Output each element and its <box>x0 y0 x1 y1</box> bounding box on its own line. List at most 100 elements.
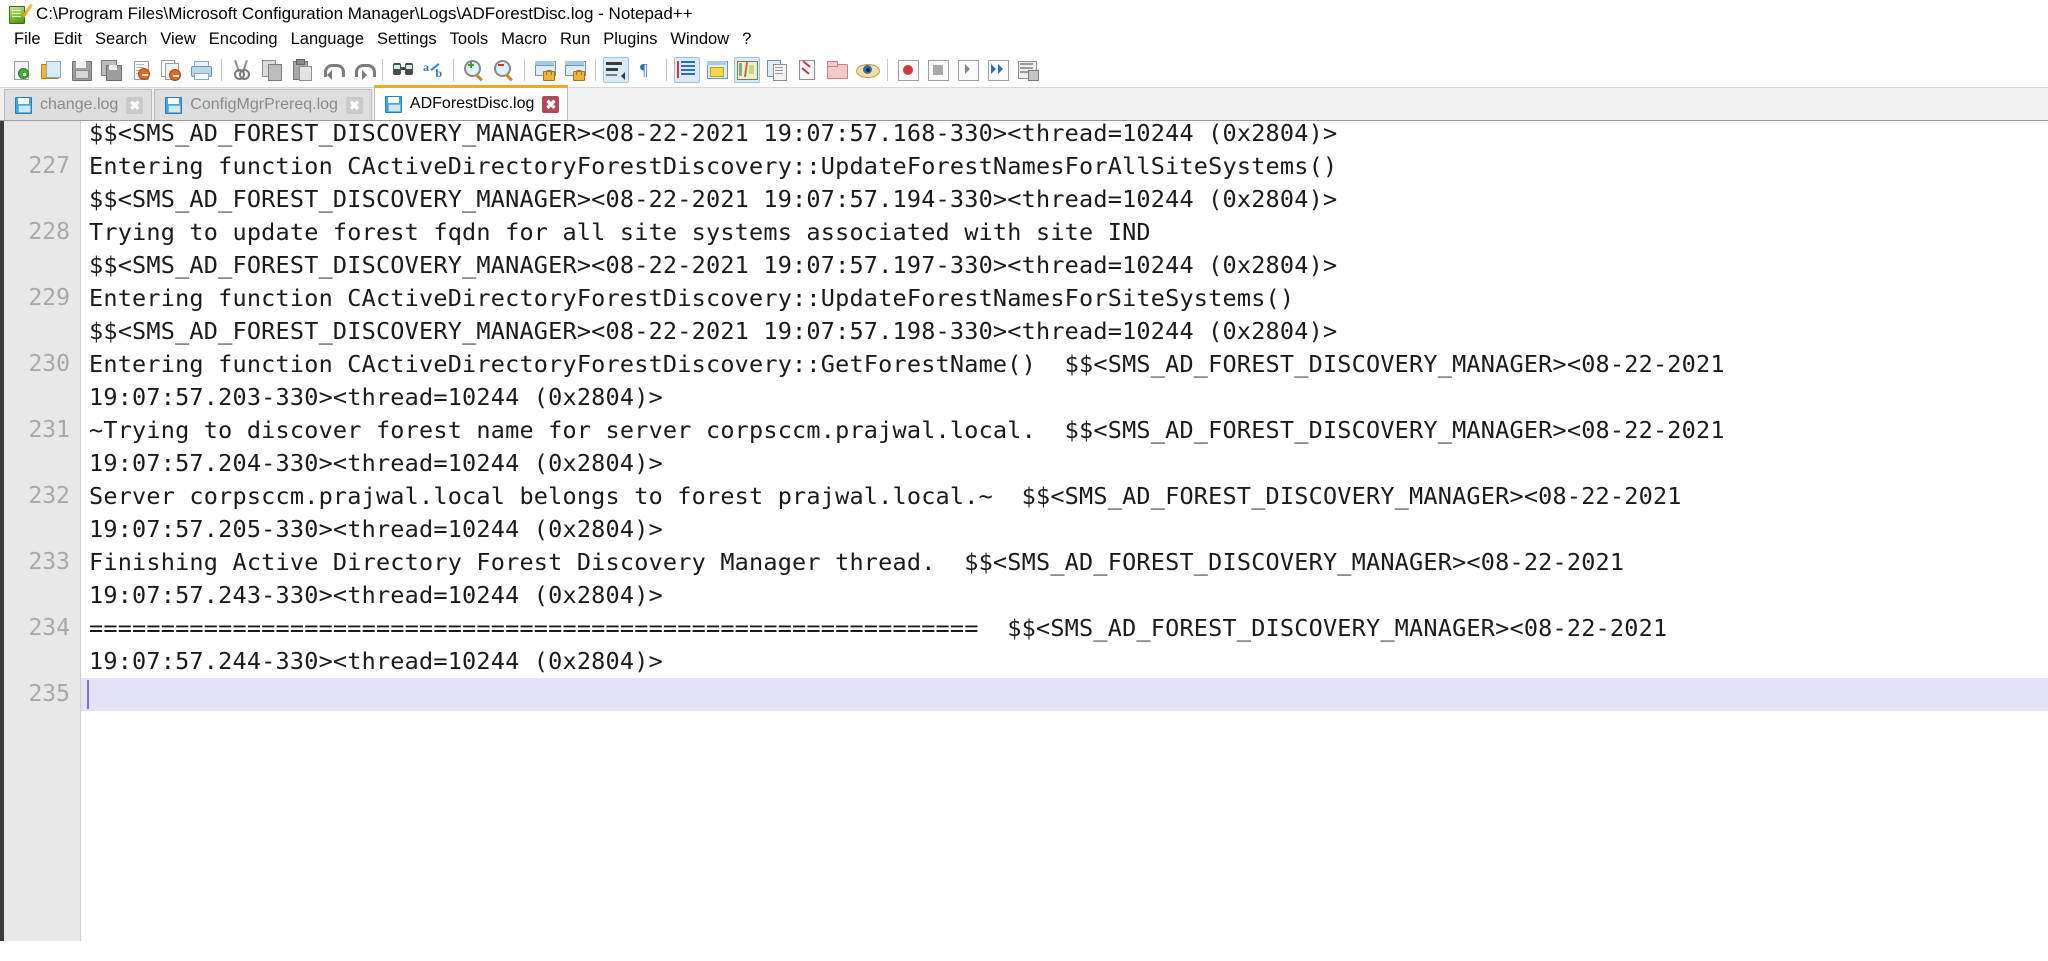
code-line[interactable]: 19:07:57.203-330><thread=10244 (0x2804)> <box>89 381 663 414</box>
show-all-characters-button[interactable]: ¶ <box>633 57 659 83</box>
copy-button[interactable] <box>259 57 285 83</box>
close-file-icon <box>130 59 152 81</box>
code-line[interactable]: Trying to update forest fqdn for all sit… <box>89 216 1151 249</box>
word-wrap-icon <box>605 59 627 81</box>
find-icon <box>392 59 414 81</box>
menu-item-macro[interactable]: Macro <box>495 29 554 50</box>
code-line[interactable]: ~Trying to discover forest name for serv… <box>89 414 1725 447</box>
monitoring-button[interactable] <box>854 57 880 83</box>
cut-button[interactable] <box>229 57 255 83</box>
new-file-icon <box>10 59 32 81</box>
close-all-files-button[interactable] <box>158 57 184 83</box>
sync-horizontal-scroll-button[interactable] <box>562 57 588 83</box>
stop-record-macro-icon <box>927 59 949 81</box>
open-file-button[interactable] <box>38 57 64 83</box>
code-line[interactable]: Entering function CActiveDirectoryForest… <box>89 282 1294 315</box>
toolbar-separator <box>524 58 525 81</box>
menu-item-plugins[interactable]: Plugins <box>597 29 664 50</box>
save-current-macro-button[interactable] <box>1015 57 1041 83</box>
code-line[interactable]: 19:07:57.204-330><thread=10244 (0x2804)> <box>89 447 663 480</box>
tab-close-icon[interactable]: ✖ <box>126 96 144 114</box>
tab-adforestdisc-log[interactable]: ADForestDisc.log ✖ <box>373 85 569 120</box>
code-line[interactable]: 19:07:57.243-330><thread=10244 (0x2804)> <box>89 579 663 612</box>
sync-vertical-scroll-button[interactable] <box>532 57 558 83</box>
menu-item-run[interactable]: Run <box>554 29 597 50</box>
menu-item-[interactable]: ? <box>736 29 758 50</box>
code-line[interactable]: $$<SMS_AD_FOREST_DISCOVERY_MANAGER><08-2… <box>89 315 1337 348</box>
close-all-files-icon <box>160 59 182 81</box>
toolbar: a b ¶ <box>0 52 2048 88</box>
start-record-macro-icon <box>897 59 919 81</box>
editor-area[interactable]: 227 228 229 230 231 232 233 234 235 $$<SMS_AD_FO… <box>0 121 2048 941</box>
run-macro-multiple-icon <box>987 59 1009 81</box>
menu-item-search[interactable]: Search <box>89 29 154 50</box>
menu-item-settings[interactable]: Settings <box>371 29 444 50</box>
tab-change-log[interactable]: change.log ✖ <box>4 89 153 120</box>
save-all-button[interactable] <box>98 57 124 83</box>
show-indent-guide-icon <box>676 59 698 81</box>
play-macro-button[interactable] <box>955 57 981 83</box>
code-line[interactable]: Entering function CActiveDirectoryForest… <box>89 348 1725 381</box>
current-line-highlight <box>81 678 2048 711</box>
code-line[interactable]: $$<SMS_AD_FOREST_DISCOVERY_MANAGER><08-2… <box>89 183 1337 216</box>
zoom-in-button[interactable] <box>461 57 487 83</box>
redo-button[interactable] <box>349 57 376 83</box>
code-line[interactable]: $$<SMS_AD_FOREST_DISCOVERY_MANAGER><08-2… <box>89 121 1337 150</box>
tab-close-icon[interactable]: ✖ <box>542 95 560 113</box>
zoom-out-button[interactable] <box>491 57 517 83</box>
line-number: 234 <box>28 615 70 641</box>
word-wrap-button[interactable] <box>603 56 629 83</box>
save-button[interactable] <box>68 57 94 83</box>
find-button[interactable] <box>390 57 416 83</box>
run-macro-multiple-button[interactable] <box>985 57 1011 83</box>
menu-item-language[interactable]: Language <box>285 29 371 50</box>
code-line[interactable]: Server corpsccm.prajwal.local belongs to… <box>89 480 1682 513</box>
show-indent-guide-button[interactable] <box>674 56 700 83</box>
paste-button[interactable] <box>289 57 315 83</box>
toolbar-separator <box>382 58 383 81</box>
line-number-gutter: 227 228 229 230 231 232 233 234 235 <box>4 121 81 941</box>
menu-item-encoding[interactable]: Encoding <box>203 29 285 50</box>
stop-record-macro-button[interactable] <box>925 57 951 83</box>
code-area[interactable]: $$<SMS_AD_FOREST_DISCOVERY_MANAGER><08-2… <box>81 121 2048 941</box>
saved-file-icon <box>15 96 32 114</box>
user-defined-language-button[interactable] <box>704 57 730 83</box>
document-map-button[interactable] <box>734 56 760 83</box>
document-list-button[interactable] <box>794 57 820 83</box>
menu-item-view[interactable]: View <box>154 29 202 50</box>
toolbar-separator <box>666 58 667 81</box>
code-line[interactable]: 19:07:57.205-330><thread=10244 (0x2804)> <box>89 513 663 546</box>
folder-as-workspace-button[interactable] <box>824 57 850 83</box>
print-icon <box>190 59 212 81</box>
window-title: C:\Program Files\Microsoft Configuration… <box>36 3 693 23</box>
new-file-button[interactable] <box>8 57 34 83</box>
menu-item-tools[interactable]: Tools <box>444 29 496 50</box>
undo-icon <box>321 59 345 81</box>
title-bar: C:\Program Files\Microsoft Configuration… <box>0 0 2048 27</box>
toolbar-separator <box>453 58 454 81</box>
function-list-icon <box>766 59 788 81</box>
tab-label: ADForestDisc.log <box>409 95 535 112</box>
tab-close-icon[interactable]: ✖ <box>345 96 363 114</box>
replace-button[interactable]: ab <box>420 57 446 83</box>
code-line[interactable]: Finishing Active Directory Forest Discov… <box>89 546 1624 579</box>
print-button[interactable] <box>188 57 214 83</box>
tab-configmgrprereq-log[interactable]: ConfigMgrPrereq.log ✖ <box>154 89 372 120</box>
code-line[interactable]: ========================================… <box>89 612 1667 645</box>
menu-item-edit[interactable]: Edit <box>48 29 89 50</box>
code-line[interactable]: Entering function CActiveDirectoryForest… <box>89 150 1337 183</box>
menu-item-window[interactable]: Window <box>664 29 736 50</box>
undo-button[interactable] <box>319 57 345 83</box>
code-line[interactable]: $$<SMS_AD_FOREST_DISCOVERY_MANAGER><08-2… <box>89 249 1337 282</box>
save-icon <box>70 59 92 81</box>
document-list-icon <box>796 59 818 81</box>
line-number: 232 <box>28 483 70 509</box>
code-line[interactable]: 19:07:57.244-330><thread=10244 (0x2804)> <box>89 645 663 678</box>
close-file-button[interactable] <box>128 57 154 83</box>
function-list-button[interactable] <box>764 57 790 83</box>
tab-label: ConfigMgrPrereq.log <box>190 96 338 113</box>
sync-horizontal-scroll-icon <box>564 59 586 81</box>
toolbar-separator <box>221 58 222 81</box>
menu-item-file[interactable]: File <box>8 29 48 50</box>
start-record-macro-button[interactable] <box>895 57 921 83</box>
